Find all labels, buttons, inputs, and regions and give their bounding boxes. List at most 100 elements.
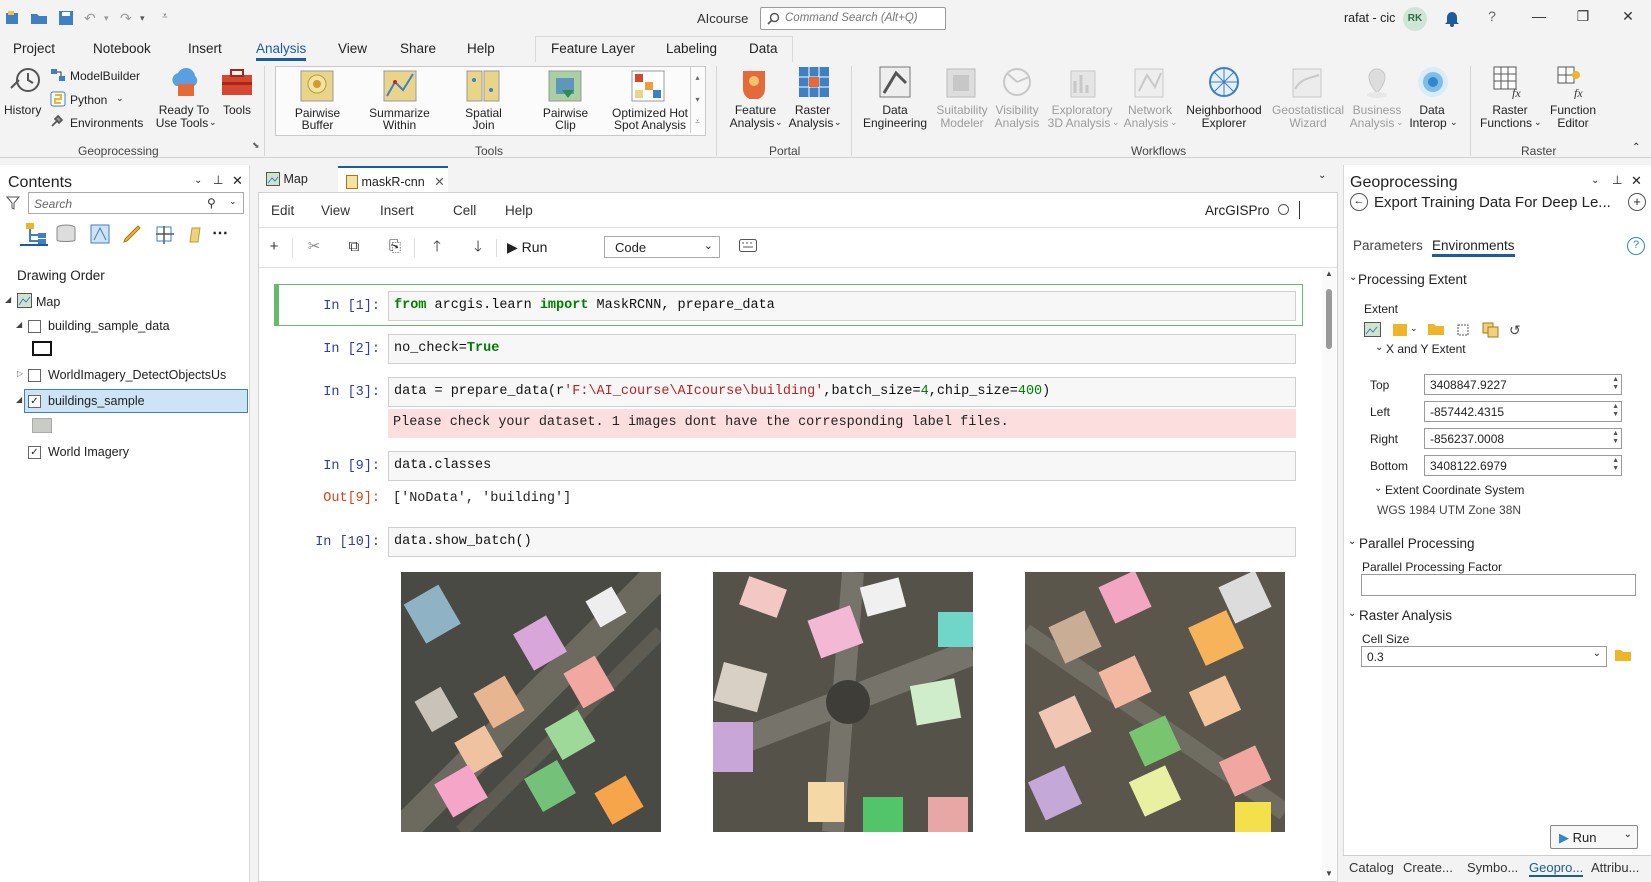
add-icon[interactable]: +: [1628, 193, 1646, 211]
tab-view[interactable]: View: [338, 41, 367, 56]
modelbuilder-button[interactable]: ModelBuilder: [70, 70, 140, 83]
ppf-input[interactable]: [1361, 574, 1636, 596]
scroll-down-icon[interactable]: ▼: [1325, 869, 1333, 878]
help-icon[interactable]: ?: [1482, 8, 1502, 28]
bottom-tab-catalog[interactable]: Catalog: [1349, 860, 1394, 875]
environments-button[interactable]: Environments: [70, 117, 143, 130]
summarize-within-label-2[interactable]: Within: [362, 119, 437, 132]
copy-extent-icon[interactable]: [1482, 322, 1500, 338]
right-field[interactable]: -856237.0008 ▲ ▼: [1424, 428, 1622, 449]
notebook-scrollbar[interactable]: ▲ ▼: [1322, 269, 1336, 881]
list-by-drawing-order-icon[interactable]: [26, 223, 46, 245]
command-search-input[interactable]: Command Search (Alt+Q): [760, 7, 946, 30]
layer-checkbox-worldimagery-detect[interactable]: [28, 369, 41, 382]
layer-extent-icon[interactable]: [1392, 323, 1408, 337]
function-editor-label-2[interactable]: Editor: [1549, 117, 1597, 130]
code-cell[interactable]: data.classes: [388, 451, 1296, 481]
move-down-icon[interactable]: 🡓: [463, 234, 493, 260]
tools-button[interactable]: Tools: [223, 104, 251, 117]
raster-analysis-dropdown-icon[interactable]: ⌄: [834, 117, 842, 128]
python-dropdown-icon[interactable]: ⌄: [116, 93, 124, 104]
top-field[interactable]: 3408847.9227 ▲ ▼: [1424, 374, 1622, 395]
list-by-selection-icon[interactable]: [90, 224, 110, 244]
redo-icon[interactable]: ↷: [120, 10, 138, 26]
data-interop-label-2[interactable]: Interop: [1404, 117, 1452, 130]
collapse-layer-icon[interactable]: ▷: [17, 369, 23, 378]
expand-layer-icon[interactable]: ◢: [16, 395, 22, 404]
restore-icon[interactable]: ❐: [1573, 8, 1593, 28]
bottom-field[interactable]: 3408122.6979 ▲ ▼: [1424, 455, 1622, 476]
chevron-down-icon[interactable]: ⌄: [1349, 272, 1357, 283]
tab-feature-layer[interactable]: Feature Layer: [551, 41, 635, 56]
tab-map[interactable]: Map: [260, 166, 330, 192]
layer-checkbox-buildings-sample[interactable]: ✓: [28, 395, 41, 408]
list-by-source-icon[interactable]: [56, 224, 76, 244]
browse-folder-icon[interactable]: [1614, 648, 1632, 662]
close-pane-icon[interactable]: ✕: [1631, 173, 1642, 189]
neighborhood-explorer-label-2[interactable]: Explorer: [1180, 117, 1268, 130]
tab-labeling[interactable]: Labeling: [666, 41, 717, 56]
chevron-down-icon[interactable]: ⌄: [1348, 608, 1356, 619]
stepper-icon[interactable]: ▲ ▼: [1612, 403, 1619, 419]
chevron-down-icon[interactable]: ⌄: [1374, 483, 1382, 494]
redo-dropdown-icon[interactable]: ▾: [140, 13, 158, 29]
bottom-tab-create[interactable]: Create...: [1403, 860, 1453, 875]
cell-type-select[interactable]: Code ⌄: [604, 236, 720, 258]
gallery-scroll[interactable]: ▴ ▾ ⩡: [690, 67, 704, 133]
chevron-down-icon[interactable]: ⌄: [1375, 342, 1383, 353]
python-button[interactable]: Python: [70, 94, 107, 107]
tab-notebook-maskrcnn[interactable]: maskR-cnn ✕: [338, 166, 448, 192]
gp-run-button[interactable]: ▶ Run ⌄: [1550, 825, 1638, 849]
cell-size-select[interactable]: 0.3 ⌄: [1361, 646, 1607, 667]
customize-qat-icon[interactable]: ⩡: [162, 11, 180, 27]
nb-menu-insert[interactable]: Insert: [380, 203, 414, 218]
bottom-tab-symbology[interactable]: Symbo...: [1467, 860, 1518, 875]
layer-checkbox-building-sample-data[interactable]: [28, 320, 41, 333]
layer-symbol-outline[interactable]: [32, 341, 52, 356]
copy-icon[interactable]: ⧉: [339, 234, 369, 260]
close-icon[interactable]: ✕: [1618, 8, 1638, 28]
pane-options-icon[interactable]: ⌄: [194, 175, 202, 186]
pane-options-icon[interactable]: ⌄: [1591, 175, 1599, 186]
open-project-icon[interactable]: [30, 10, 48, 26]
keyboard-icon[interactable]: [739, 239, 757, 253]
parallel-processing-heading[interactable]: Parallel Processing: [1359, 536, 1475, 551]
nb-menu-edit[interactable]: Edit: [271, 203, 294, 218]
close-tab-icon[interactable]: ✕: [434, 175, 444, 189]
raster-functions-dropdown-icon[interactable]: ⌄: [1534, 117, 1542, 128]
cut-icon[interactable]: ✂: [299, 234, 329, 260]
code-cell[interactable]: no_check=True: [388, 334, 1296, 364]
layer-world-imagery[interactable]: World Imagery: [48, 445, 129, 459]
tab-environments[interactable]: Environments: [1432, 238, 1515, 257]
pairwise-clip-label-2[interactable]: Clip: [538, 119, 593, 132]
chevron-down-icon[interactable]: ⌄: [1410, 323, 1418, 334]
filter-icon[interactable]: [6, 196, 20, 210]
bottom-tab-attributes[interactable]: Attribu...: [1591, 860, 1639, 875]
chevron-down-icon[interactable]: ⌄: [1348, 536, 1356, 547]
new-project-icon[interactable]: [4, 10, 22, 26]
ready-to-use-dropdown-icon[interactable]: ⌄: [209, 117, 217, 128]
scroll-up-icon[interactable]: ▲: [1325, 269, 1333, 278]
left-field[interactable]: -857442.4315 ▲ ▼: [1424, 401, 1622, 422]
pin-icon[interactable]: ⊥: [213, 173, 223, 187]
stepper-icon[interactable]: ▲ ▼: [1612, 457, 1619, 473]
tabs-dropdown-icon[interactable]: ⌄: [1318, 170, 1326, 181]
dialog-launcher-icon[interactable]: ⬊: [252, 140, 260, 151]
data-engineering-label-2[interactable]: Engineering: [862, 117, 928, 130]
layer-symbol-fill[interactable]: [32, 418, 52, 433]
avatar[interactable]: RK: [1403, 7, 1427, 31]
nb-menu-view[interactable]: View: [321, 203, 350, 218]
tab-insert[interactable]: Insert: [188, 41, 222, 56]
tab-analysis[interactable]: Analysis: [256, 41, 307, 61]
help-icon[interactable]: ?: [1627, 237, 1645, 255]
optimized-hot-spot-label-2[interactable]: Spot Analysis: [605, 119, 695, 132]
back-icon[interactable]: ←: [1350, 193, 1368, 211]
layer-buildings-sample[interactable]: buildings_sample: [48, 394, 145, 408]
code-cell[interactable]: from arcgis.learn import MaskRCNN, prepa…: [388, 291, 1296, 321]
nb-menu-cell[interactable]: Cell: [453, 203, 476, 218]
processing-extent-heading[interactable]: Processing Extent: [1358, 272, 1467, 287]
reset-icon[interactable]: ↺: [1509, 322, 1521, 339]
save-icon[interactable]: [58, 10, 76, 26]
list-by-labeling-icon[interactable]: [186, 224, 204, 244]
tab-project[interactable]: Project: [13, 41, 55, 56]
